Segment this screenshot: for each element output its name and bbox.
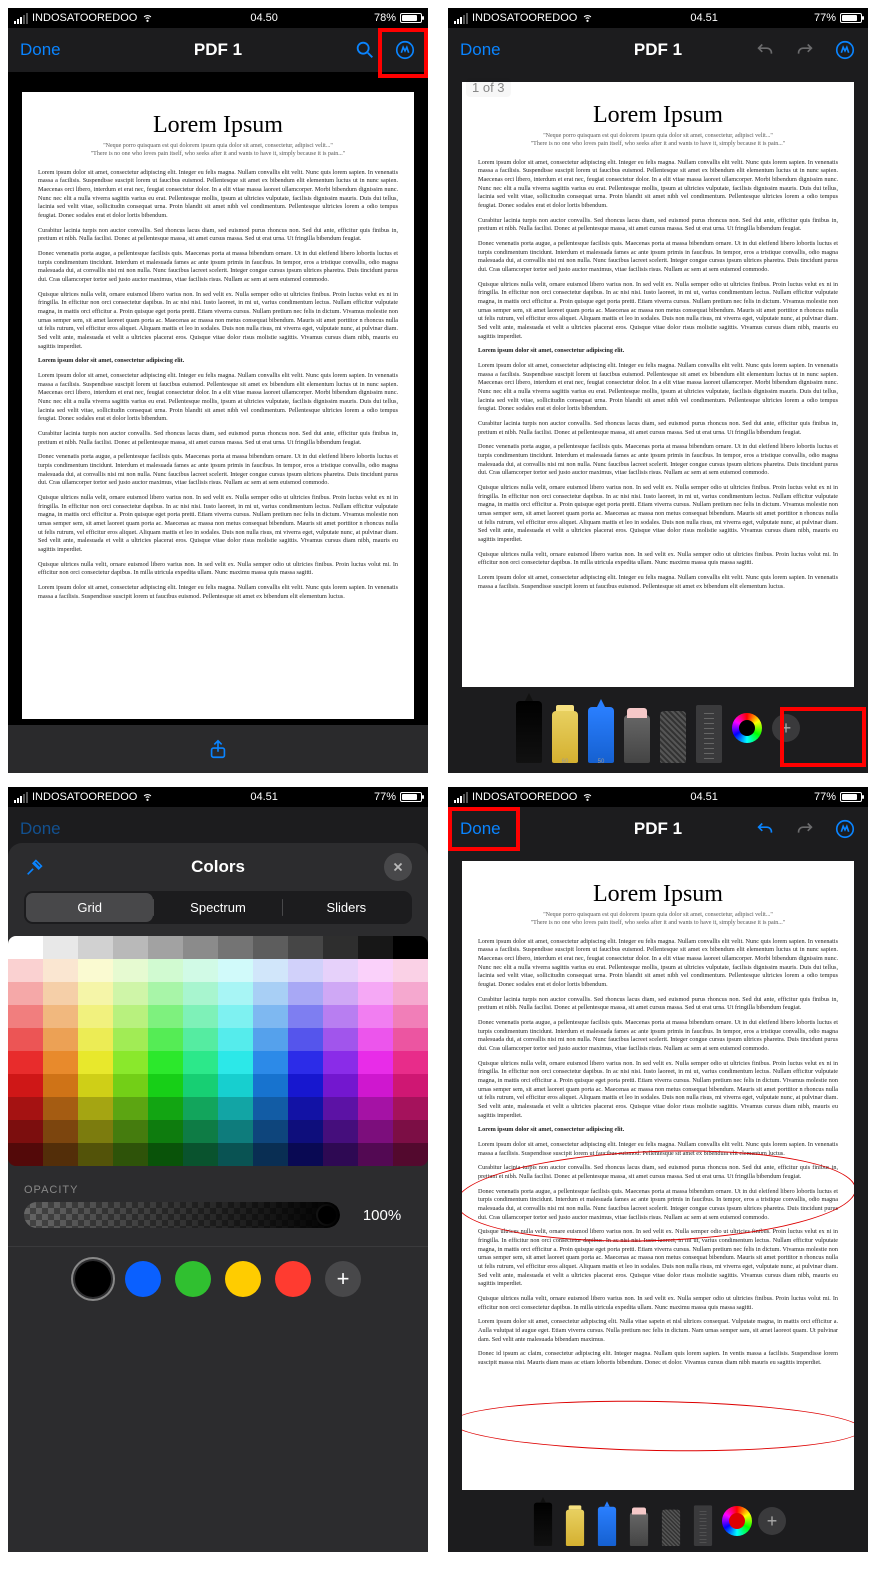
redo-icon[interactable] <box>794 818 816 840</box>
color-picker-button[interactable] <box>732 713 762 743</box>
markup-icon[interactable] <box>834 39 856 61</box>
markup-toolbar: 60 50 + <box>448 693 868 773</box>
status-bar: INDOSATOOREDOO 04.51 77% <box>448 787 868 807</box>
ruler-tool[interactable] <box>696 705 722 763</box>
screenshot-4: INDOSATOOREDOO 04.51 77% Done PDF 1 Lore… <box>448 787 868 1552</box>
markup-icon[interactable] <box>394 39 416 61</box>
doc-viewport[interactable]: Lorem Ipsum "Neque porro quisquam est qu… <box>8 72 428 725</box>
swatch[interactable] <box>175 1261 211 1297</box>
screenshot-1: INDOSATOOREDOO 04.50 78% Done PDF 1 Lore… <box>8 8 428 773</box>
battery-icon <box>840 792 862 802</box>
share-icon[interactable] <box>207 738 229 760</box>
doc-viewport[interactable]: Lorem Ipsum "Neque porro quisquam est qu… <box>448 72 868 693</box>
wifi-icon <box>141 789 154 805</box>
undo-icon[interactable] <box>754 818 776 840</box>
swatch-row: + <box>24 1261 412 1297</box>
add-swatch-button[interactable]: + <box>325 1261 361 1297</box>
done-button[interactable]: Done <box>20 40 61 60</box>
status-bar: INDOSATOOREDOO 04.50 78% <box>8 8 428 28</box>
battery-icon <box>400 792 422 802</box>
tab-grid[interactable]: Grid <box>26 893 153 922</box>
screenshot-3: INDOSATOOREDOO 04.51 77% Done Colors Gri… <box>8 787 428 1552</box>
signal-icon <box>454 792 468 803</box>
highlighter-tool[interactable] <box>566 1510 584 1546</box>
clock: 04.51 <box>690 12 718 24</box>
lasso-tool[interactable] <box>660 711 686 763</box>
battery-icon <box>840 13 862 23</box>
bottom-toolbar <box>8 725 428 773</box>
signal-icon <box>14 13 28 24</box>
opacity-label: OPACITY <box>24 1184 412 1196</box>
doc-viewport[interactable]: Lorem Ipsum "Neque porro quisquam est qu… <box>448 851 868 1496</box>
status-bar: INDOSATOOREDOO 04.51 77% <box>448 8 868 28</box>
redo-icon[interactable] <box>794 39 816 61</box>
pdf-page: Lorem Ipsum "Neque porro quisquam est qu… <box>462 82 854 687</box>
swatch[interactable] <box>275 1261 311 1297</box>
pencil-tool[interactable]: 50 <box>588 707 614 763</box>
carrier: INDOSATOOREDOO <box>472 12 577 24</box>
pen-tool[interactable] <box>516 701 542 763</box>
eyedropper-icon[interactable] <box>24 856 46 878</box>
done-button[interactable]: Done <box>460 819 501 839</box>
tab-sliders[interactable]: Sliders <box>283 893 410 922</box>
eraser-tool[interactable] <box>630 1512 648 1546</box>
swatch[interactable] <box>75 1261 111 1297</box>
color-picker-sheet: Colors Grid Spectrum Sliders OPACITY 100… <box>8 843 428 1552</box>
screenshot-2: INDOSATOOREDOO 04.51 77% Done PDF 1 1 of… <box>448 8 868 773</box>
opacity-slider[interactable] <box>24 1202 340 1228</box>
tab-spectrum[interactable]: Spectrum <box>154 893 281 922</box>
add-tool-button[interactable]: + <box>758 1507 786 1535</box>
pen-tool[interactable] <box>534 1503 552 1546</box>
opacity-value: 100% <box>352 1207 412 1224</box>
undo-icon[interactable] <box>754 39 776 61</box>
pdf-page: Lorem Ipsum "Neque porro quisquam est qu… <box>462 861 854 1490</box>
swatch[interactable] <box>125 1261 161 1297</box>
clock: 04.50 <box>250 12 278 24</box>
eraser-tool[interactable] <box>624 715 650 763</box>
lasso-tool[interactable] <box>662 1510 680 1546</box>
signal-icon <box>454 13 468 24</box>
user-annotation-circle <box>462 1397 854 1454</box>
add-tool-button[interactable]: + <box>772 714 800 742</box>
status-bar: INDOSATOOREDOO 04.51 77% <box>8 787 428 807</box>
pencil-tool[interactable] <box>598 1507 616 1546</box>
sheet-title: Colors <box>191 857 245 877</box>
wifi-icon <box>581 789 594 805</box>
ruler-tool[interactable] <box>694 1505 712 1546</box>
color-grid[interactable] <box>8 936 428 1166</box>
markup-icon[interactable] <box>834 818 856 840</box>
swatch[interactable] <box>225 1261 261 1297</box>
search-icon[interactable] <box>354 39 376 61</box>
nav-bar: Done PDF 1 <box>448 28 868 72</box>
pdf-page: Lorem Ipsum "Neque porro quisquam est qu… <box>22 92 414 719</box>
nav-bar: Done PDF 1 <box>448 807 868 851</box>
page-indicator: 1 of 3 <box>466 78 511 97</box>
wifi-icon <box>581 10 594 26</box>
color-picker-button[interactable] <box>722 1506 752 1536</box>
battery-percent: 78% <box>374 12 396 24</box>
close-icon[interactable] <box>384 853 412 881</box>
signal-icon <box>14 792 28 803</box>
markup-toolbar: + <box>448 1496 868 1552</box>
done-button[interactable]: Done <box>460 40 501 60</box>
nav-bar: Done PDF 1 <box>8 28 428 72</box>
carrier: INDOSATOOREDOO <box>32 12 137 24</box>
battery-icon <box>400 13 422 23</box>
highlighter-tool[interactable]: 60 <box>552 711 578 763</box>
color-mode-segmented[interactable]: Grid Spectrum Sliders <box>24 891 412 924</box>
doc-heading: Lorem Ipsum <box>38 112 398 139</box>
wifi-icon <box>141 10 154 26</box>
